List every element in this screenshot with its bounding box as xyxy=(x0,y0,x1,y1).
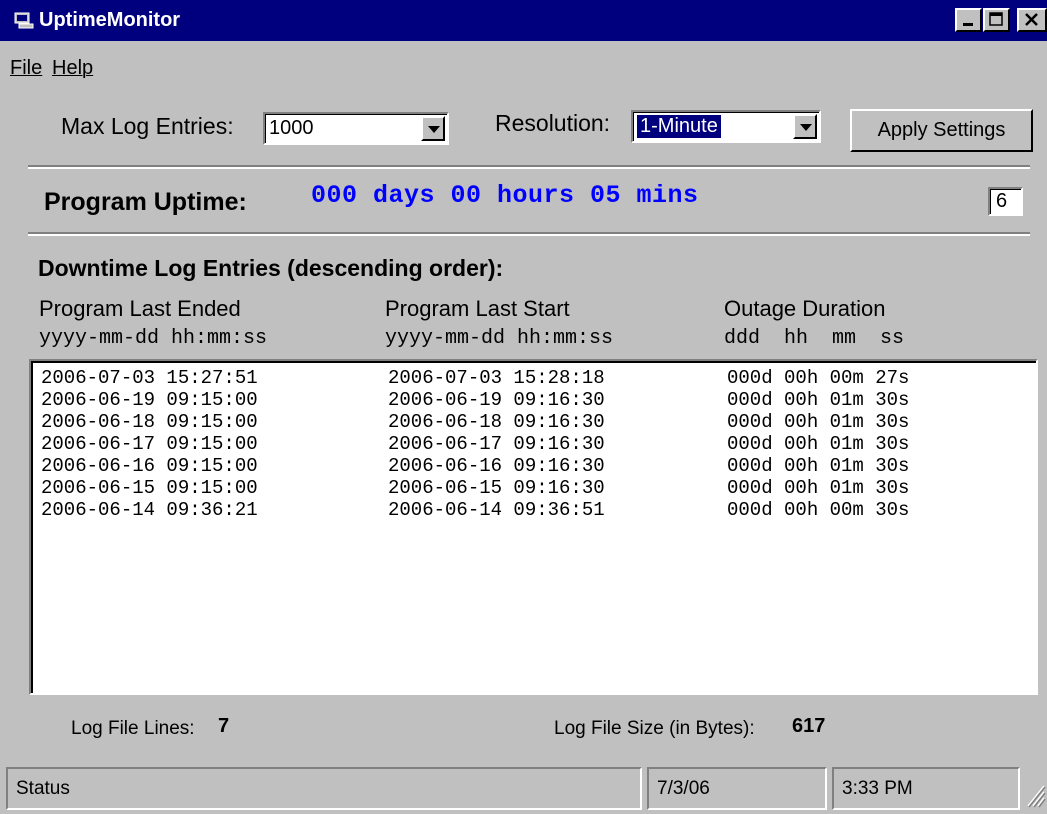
start-cell: 2006-06-18 09:16:30 xyxy=(388,411,605,433)
ended-cell: 2006-06-19 09:15:00 xyxy=(41,389,258,411)
resize-grip-icon[interactable] xyxy=(1022,778,1046,808)
counter-field[interactable]: 6 xyxy=(988,187,1023,216)
column-header-ended: Program Last Ended xyxy=(39,296,241,321)
chevron-down-icon[interactable] xyxy=(421,116,445,141)
start-cell: 2006-06-14 09:36:51 xyxy=(388,499,605,521)
log-list[interactable]: 2006-07-03 15:27:51 2006-07-03 15:28:18 … xyxy=(29,359,1038,695)
duration-cell: 000d 00h 01m 30s xyxy=(727,411,910,433)
ended-cell: 2006-06-17 09:15:00 xyxy=(41,433,258,455)
separator-middle xyxy=(28,232,1030,236)
resolution-combo[interactable]: 1-Minute xyxy=(631,110,821,143)
duration-cell: 000d 00h 01m 30s xyxy=(727,477,910,499)
chevron-down-icon[interactable] xyxy=(793,114,817,139)
menu-help[interactable]: Help xyxy=(52,57,93,80)
ended-cell: 2006-07-03 15:27:51 xyxy=(41,367,258,389)
log-heading: Downtime Log Entries (descending order): xyxy=(38,255,504,281)
start-cell: 2006-06-16 09:16:30 xyxy=(388,455,605,477)
column-header-duration: Outage Duration xyxy=(724,296,886,321)
duration-cell: 000d 00h 00m 30s xyxy=(727,499,910,521)
log-size-value: 617 xyxy=(792,715,826,737)
maximize-icon xyxy=(989,12,1003,26)
column-format-ended: yyyy-mm-dd hh:mm:ss xyxy=(39,327,268,350)
duration-cell: 000d 00h 01m 30s xyxy=(727,389,910,411)
max-log-entries-value: 1000 xyxy=(269,117,314,139)
log-lines-label: Log File Lines: xyxy=(71,718,195,739)
start-cell: 2006-07-03 15:28:18 xyxy=(388,367,605,389)
apply-settings-button[interactable]: Apply Settings xyxy=(850,109,1033,152)
ended-cell: 2006-06-15 09:15:00 xyxy=(41,477,258,499)
column-format-start: yyyy-mm-dd hh:mm:ss xyxy=(385,327,614,350)
close-button[interactable] xyxy=(1017,8,1047,32)
start-cell: 2006-06-17 09:16:30 xyxy=(388,433,605,455)
date-panel: 7/3/06 xyxy=(647,767,827,810)
resolution-label: Resolution: xyxy=(495,110,611,136)
ended-cell: 2006-06-16 09:15:00 xyxy=(41,455,258,477)
window-title: UptimeMonitor xyxy=(39,9,181,31)
menu-file[interactable]: File xyxy=(10,57,42,80)
start-cell: 2006-06-19 09:16:30 xyxy=(388,389,605,411)
ended-cell: 2006-06-18 09:15:00 xyxy=(41,411,258,433)
column-format-duration: ddd hh mm ss xyxy=(724,327,905,350)
maximize-button[interactable] xyxy=(983,8,1010,32)
duration-cell: 000d 00h 00m 27s xyxy=(727,367,910,389)
app-icon xyxy=(14,12,34,29)
log-lines-value: 7 xyxy=(218,715,230,737)
menu-file-label: File xyxy=(10,57,43,79)
minimize-button[interactable] xyxy=(955,8,982,32)
status-panel: Status xyxy=(6,767,642,810)
menu-help-label: Help xyxy=(52,57,94,79)
max-log-label: Max Log Entries: xyxy=(61,113,234,139)
resolution-value: 1-Minute xyxy=(636,114,722,139)
log-size-label: Log File Size (in Bytes): xyxy=(554,718,755,739)
separator-top xyxy=(28,165,1030,169)
ended-cell: 2006-06-14 09:36:21 xyxy=(41,499,258,521)
uptime-label: Program Uptime: xyxy=(44,188,247,216)
minimize-icon xyxy=(963,23,973,26)
close-icon xyxy=(1025,13,1038,26)
time-panel: 3:33 PM xyxy=(832,767,1020,810)
column-header-start: Program Last Start xyxy=(385,296,570,321)
uptime-value: 000 days 00 hours 05 mins xyxy=(311,181,699,210)
duration-cell: 000d 00h 01m 30s xyxy=(727,433,910,455)
start-cell: 2006-06-15 09:16:30 xyxy=(388,477,605,499)
duration-cell: 000d 00h 01m 30s xyxy=(727,455,910,477)
max-log-entries-combo[interactable]: 1000 xyxy=(263,112,449,145)
